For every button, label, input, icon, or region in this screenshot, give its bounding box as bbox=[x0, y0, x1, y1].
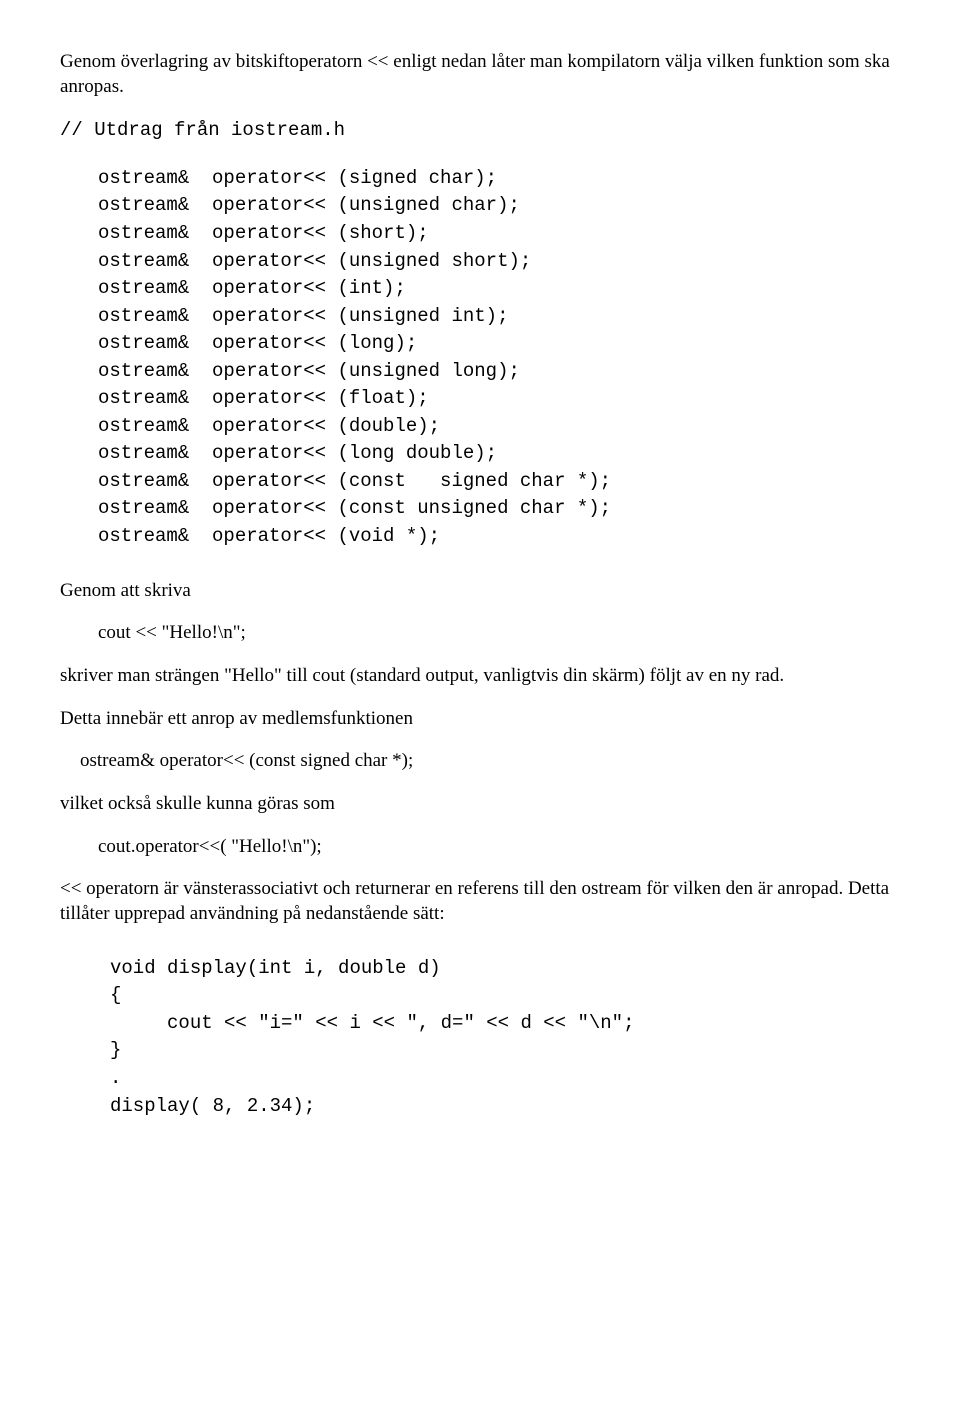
code-snippet: cout.operator<<( "Hello!\n"); bbox=[60, 835, 900, 860]
body-paragraph: vilket också skulle kunna göras som bbox=[60, 792, 900, 817]
body-paragraph: Detta innebär ett anrop av medlemsfunkti… bbox=[60, 707, 900, 732]
code-snippet: cout << "Hello!\n"; bbox=[60, 621, 900, 646]
body-paragraph: Genom överlagring av bitskiftoperatorn <… bbox=[60, 50, 900, 99]
body-paragraph: skriver man strängen "Hello" till cout (… bbox=[60, 664, 900, 689]
code-display-function: void display(int i, double d) { cout << … bbox=[60, 955, 900, 1120]
code-ostream-declarations: ostream& operator<< (signed char); ostre… bbox=[60, 165, 900, 551]
body-paragraph: Genom att skriva bbox=[60, 579, 900, 604]
code-snippet: ostream& operator<< (const signed char *… bbox=[60, 749, 900, 774]
body-paragraph: << operatorn är vänsterassociativt och r… bbox=[60, 877, 900, 926]
code-comment: // Utdrag från iostream.h bbox=[60, 117, 900, 145]
